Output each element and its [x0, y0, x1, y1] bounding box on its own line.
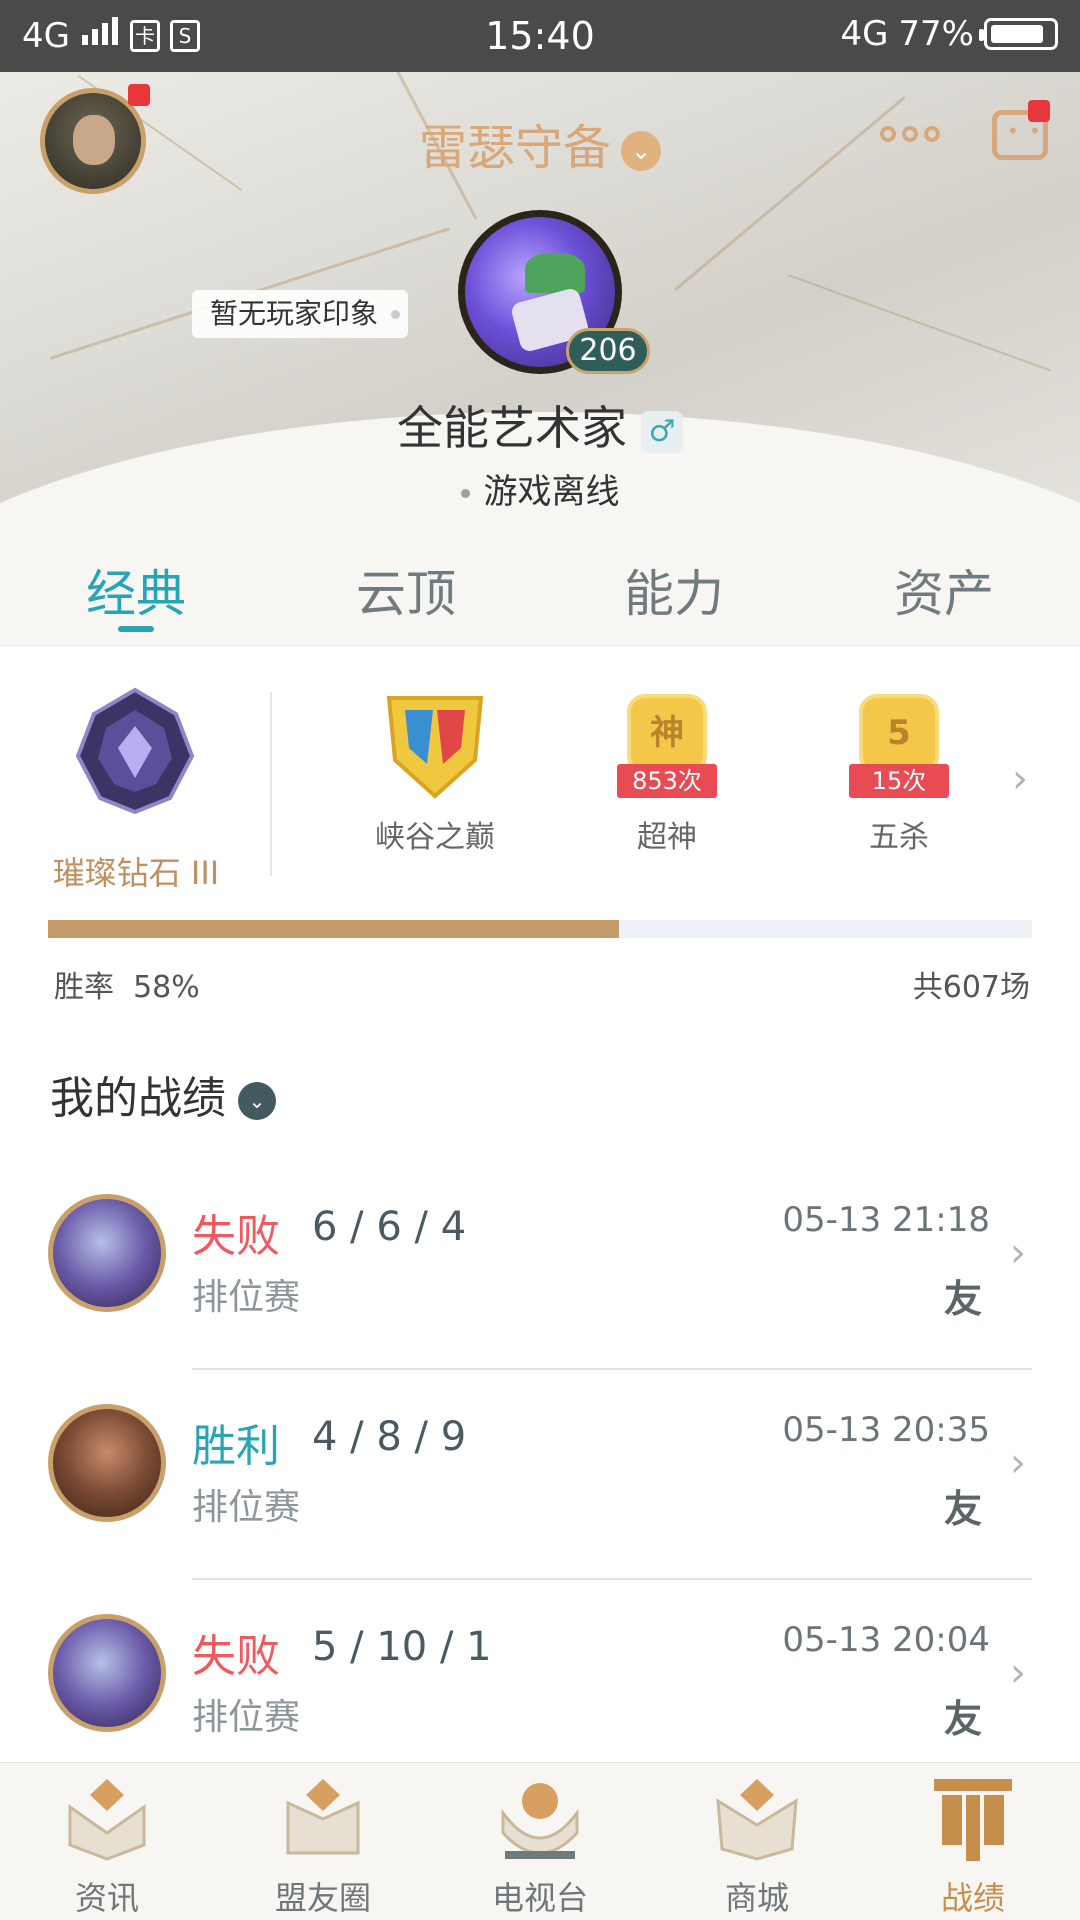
match-time: 05-13 20:04	[782, 1620, 990, 1660]
network-type-right: 4G	[840, 14, 889, 54]
online-status-text: 游戏离线	[483, 472, 620, 512]
player-impression-tag[interactable]: 暂无玩家印象	[192, 290, 409, 338]
friend-badge: 友	[943, 1697, 982, 1741]
summit-badge-icon	[375, 684, 495, 804]
chevron-right-icon: ›	[1010, 1650, 1026, 1696]
achievement-label: 峡谷之巅	[375, 820, 495, 855]
total-games: 共607场	[912, 970, 1030, 1005]
evelynn-portrait-icon	[48, 1194, 166, 1312]
player-name-row: 全能艺术家 ♂	[0, 392, 1080, 458]
evelynn-portrait-icon	[48, 1614, 166, 1732]
active-tab-indicator	[118, 626, 154, 632]
battery-icon	[979, 18, 1058, 50]
chevron-right-icon[interactable]: ›	[1012, 756, 1028, 802]
lucian-portrait-icon	[48, 1404, 166, 1522]
match-result: 失败	[192, 1211, 280, 1262]
rank-label: 璀璨钻石 III	[52, 854, 220, 892]
male-icon: ♂	[641, 410, 683, 453]
tab-ability[interactable]: 能力	[574, 554, 774, 626]
tab-assets[interactable]: 资产	[844, 554, 1044, 626]
chevron-right-icon: ›	[1010, 1230, 1026, 1276]
chat-notification-dot	[1028, 100, 1050, 122]
level-badge: 206	[566, 328, 650, 374]
tab-tft[interactable]: 云顶	[306, 554, 506, 626]
match-mode: 排位赛	[192, 1487, 301, 1528]
winrate-label: 胜率	[54, 970, 114, 1005]
match-mode: 排位赛	[192, 1277, 301, 1318]
match-history-filter[interactable]: 我的战绩 ⌄	[50, 1062, 276, 1126]
achievement-label: 超神	[637, 820, 697, 855]
divider	[270, 692, 272, 876]
match-result: 胜利	[192, 1421, 280, 1472]
achievement-label: 五杀	[869, 820, 929, 855]
legendary-count: 853次	[617, 764, 717, 798]
more-options-icon[interactable]	[880, 126, 940, 142]
match-kda: 4 / 8 / 9	[312, 1414, 467, 1460]
nav-store[interactable]: 商城	[682, 1773, 832, 1919]
tab-classic[interactable]: 经典	[36, 554, 236, 626]
winrate-bar	[48, 920, 1032, 938]
match-kda: 6 / 6 / 4	[312, 1204, 467, 1250]
nav-friends[interactable]: 盟友圈	[248, 1773, 398, 1919]
match-row[interactable]: 失败 6 / 6 / 4 排位赛 05-13 21:18 友 ›	[0, 1170, 1080, 1370]
match-row[interactable]: 胜利 4 / 8 / 9 排位赛 05-13 20:35 友 ›	[0, 1380, 1080, 1580]
tv-icon	[495, 1773, 585, 1863]
pentakill-count: 15次	[849, 764, 949, 798]
match-mode: 排位赛	[192, 1697, 301, 1738]
match-row[interactable]: 失败 5 / 10 / 1 排位赛 05-13 20:04 友 ›	[0, 1590, 1080, 1790]
server-name: 雷瑟守备	[418, 120, 611, 176]
legendary-badge-icon: 神 853次	[607, 684, 727, 804]
bottom-navigation: 资讯 盟友圈 电视台 商城 战绩	[0, 1762, 1080, 1920]
chevron-down-icon: ⌄	[238, 1082, 276, 1120]
nav-news[interactable]: 资讯	[32, 1773, 182, 1919]
achievement-legendary[interactable]: 神 853次 超神	[582, 684, 752, 856]
friend-badge: 友	[943, 1487, 982, 1531]
record-icon	[928, 1773, 1018, 1863]
winrate-value: 58%	[133, 970, 200, 1005]
friend-badge: 友	[943, 1277, 982, 1321]
match-time: 05-13 21:18	[782, 1200, 990, 1240]
nav-record[interactable]: 战绩	[898, 1773, 1048, 1919]
player-name: 全能艺术家	[397, 401, 627, 455]
profile-tabs: 经典 云顶 能力 资产	[0, 542, 1080, 646]
battery-percent: 77%	[898, 14, 974, 54]
section-title: 我的战绩	[50, 1073, 226, 1124]
chevron-right-icon: ›	[1010, 1440, 1026, 1486]
online-status: 游戏离线	[0, 464, 1080, 513]
match-time: 05-13 20:35	[782, 1410, 990, 1450]
winrate-bar-fill	[48, 920, 619, 938]
nav-tv[interactable]: 电视台	[465, 1773, 615, 1919]
status-bar: 4G 卡 S 15:40 4G 77%	[0, 0, 1080, 72]
avatar-notification-dot	[128, 84, 150, 106]
rank-summary[interactable]: 璀璨钻石 III 峡谷之巅 神 853次 超神 5 15次 五杀 ›	[0, 646, 1080, 906]
pentakill-badge-icon: 5 15次	[839, 684, 959, 804]
server-selector[interactable]: 雷瑟守备 ⌄	[0, 108, 1080, 178]
chevron-down-icon: ⌄	[621, 131, 661, 171]
match-result: 失败	[192, 1631, 280, 1682]
friends-circle-icon	[278, 1773, 368, 1863]
match-kda: 5 / 10 / 1	[312, 1624, 492, 1670]
achievement-summit[interactable]: 峡谷之巅	[350, 684, 520, 856]
achievement-pentakill[interactable]: 5 15次 五杀	[814, 684, 984, 856]
store-icon	[712, 1773, 802, 1863]
diamond-rank-icon	[72, 686, 198, 816]
news-icon	[62, 1773, 152, 1863]
winrate-text: 胜率 58%	[54, 962, 200, 1006]
status-dot	[460, 489, 470, 498]
